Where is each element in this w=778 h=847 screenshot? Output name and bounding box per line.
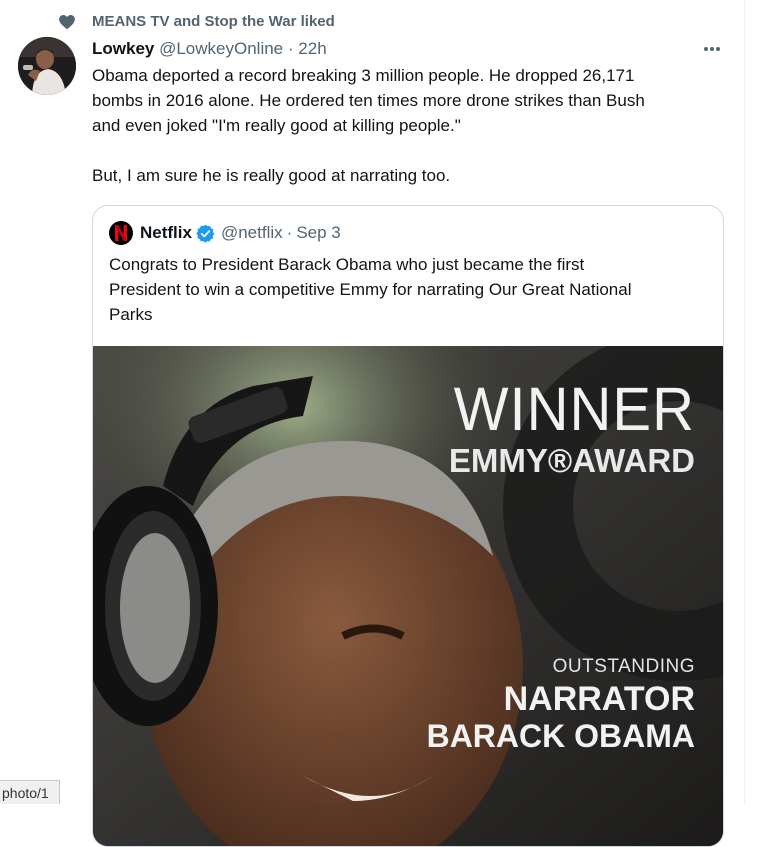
media-name-text: BARACK OBAMA bbox=[426, 718, 695, 754]
more-options-icon[interactable] bbox=[700, 40, 724, 58]
media-narrator-text: NARRATOR bbox=[503, 680, 695, 718]
tweet-text-line: and even joked "I'm really good at killi… bbox=[92, 116, 461, 135]
quoted-author-handle[interactable]: @netflix bbox=[221, 223, 283, 243]
tweet-header: Lowkey @LowkeyOnline · 22h bbox=[92, 39, 327, 61]
media-outstanding-text: OUTSTANDING bbox=[552, 656, 695, 677]
heart-icon bbox=[59, 14, 75, 30]
tweet-text-line: But, I am sure he is really good at narr… bbox=[92, 166, 451, 185]
quoted-tweet-header: Netflix @netflix · Sep 3 bbox=[109, 220, 341, 246]
status-url-fragment: photo/1 bbox=[0, 780, 60, 804]
separator-dot: · bbox=[287, 39, 294, 58]
quoted-tweet[interactable]: Netflix @netflix · Sep 3 Congrats to Pre… bbox=[92, 205, 724, 847]
quoted-text-line: Congrats to President Barack Obama who j… bbox=[109, 255, 585, 274]
quoted-author-name[interactable]: Netflix bbox=[140, 223, 192, 243]
tweet-text-line: bombs in 2016 alone. He ordered ten time… bbox=[92, 91, 645, 110]
social-context-text[interactable]: MEANS TV and Stop the War liked bbox=[92, 13, 335, 30]
author-handle[interactable]: @LowkeyOnline bbox=[159, 39, 283, 58]
quoted-text-line: President to win a competitive Emmy for … bbox=[109, 280, 632, 299]
author-name[interactable]: Lowkey bbox=[92, 39, 154, 58]
netflix-logo-icon[interactable] bbox=[109, 221, 133, 245]
media-winner-text: WINNER bbox=[453, 375, 695, 444]
separator-dot: · bbox=[286, 223, 293, 242]
media-emmy-award-text: EMMY®AWARD bbox=[448, 442, 695, 479]
tweet-time[interactable]: 22h bbox=[298, 39, 326, 58]
column-border bbox=[744, 0, 745, 804]
avatar[interactable] bbox=[18, 37, 76, 95]
quoted-text-line: Parks bbox=[109, 305, 153, 324]
quoted-tweet-date[interactable]: Sep 3 bbox=[296, 223, 340, 243]
verified-badge-icon bbox=[196, 224, 215, 243]
tweet-text-line: Obama deported a record breaking 3 milli… bbox=[92, 66, 635, 85]
quoted-media-image[interactable]: WINNER EMMY®AWARD OUTSTANDING NARRATOR B… bbox=[93, 346, 723, 846]
social-context: MEANS TV and Stop the War liked bbox=[58, 11, 335, 33]
